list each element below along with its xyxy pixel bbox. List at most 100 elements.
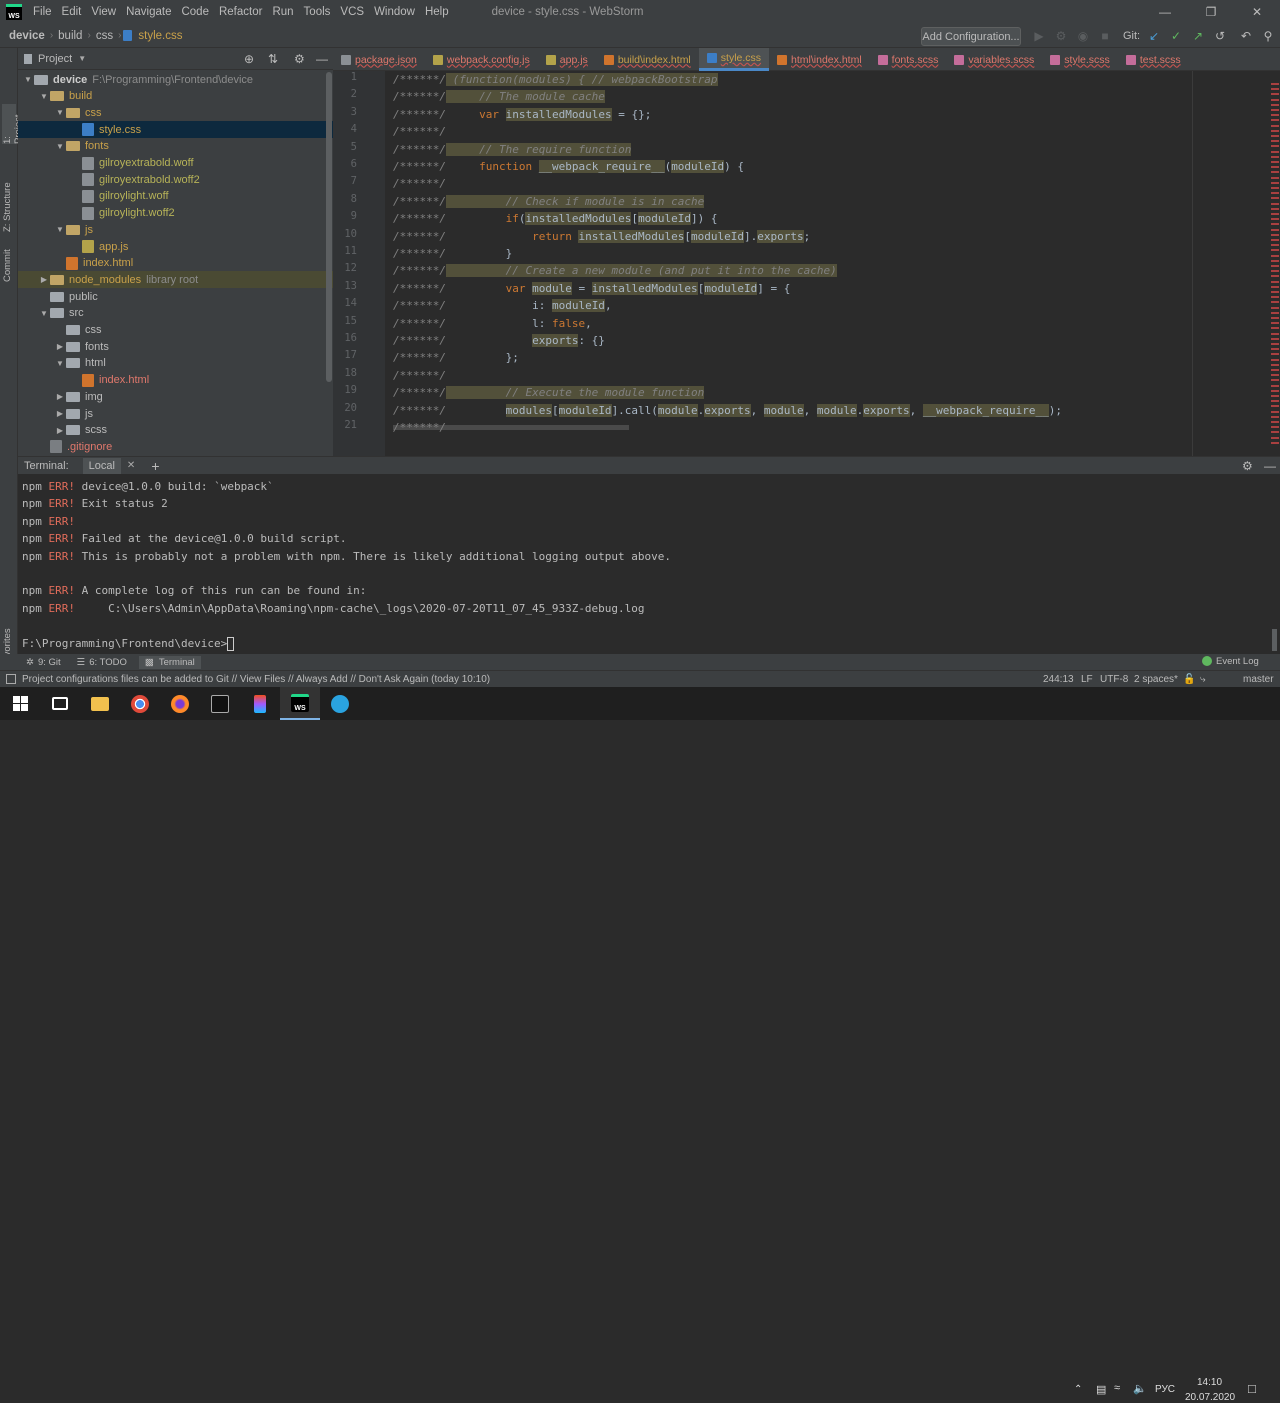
error-marker[interactable] [1271, 207, 1279, 210]
chevron-right-icon[interactable]: ▶ [54, 392, 66, 401]
editor-tab[interactable]: build\index.html [596, 48, 699, 71]
debug-icon[interactable]: ⚙ [1053, 28, 1069, 44]
error-marker[interactable] [1271, 374, 1279, 377]
hide-panel-icon[interactable]: — [1264, 459, 1276, 473]
error-marker[interactable] [1271, 88, 1279, 91]
error-marker[interactable] [1271, 265, 1279, 267]
tab-todo[interactable]: 6: TODO [89, 657, 127, 668]
error-marker[interactable] [1271, 379, 1279, 382]
tree-item[interactable]: gilroyextrabold.woff2 [18, 171, 333, 188]
error-marker[interactable] [1271, 171, 1279, 174]
terminal-scrollbar[interactable] [1272, 629, 1277, 651]
error-marker[interactable] [1271, 181, 1279, 184]
chevron-down-icon[interactable]: ▼ [54, 359, 66, 368]
error-marker[interactable] [1271, 291, 1279, 293]
console-icon[interactable] [200, 687, 240, 720]
tree-item[interactable]: ▼ html [18, 355, 333, 372]
notifications-icon[interactable]: □ [1248, 1381, 1256, 1396]
tab-terminal-local[interactable]: Local [82, 457, 121, 474]
error-marker[interactable] [1271, 228, 1279, 231]
tree-item[interactable]: style.css [18, 121, 333, 139]
gear-icon[interactable]: ⚙ [294, 52, 305, 66]
tab-terminal[interactable]: ▩ Terminal [138, 655, 201, 669]
tree-scrollbar[interactable] [326, 72, 332, 382]
wifi-icon[interactable]: ≈ [1114, 1382, 1120, 1394]
editor-tab[interactable]: style.scss [1042, 48, 1118, 71]
menu-item-tools[interactable]: Tools [299, 0, 336, 24]
tree-item[interactable]: ▼ css [18, 104, 333, 121]
chrome-icon[interactable] [120, 687, 160, 720]
error-marker[interactable] [1271, 358, 1279, 361]
indent-setting[interactable]: 2 spaces* [1134, 674, 1178, 685]
tree-item[interactable]: ▼ build [18, 88, 333, 105]
file-explorer-icon[interactable] [80, 687, 120, 720]
coverage-icon[interactable]: ◉ [1075, 28, 1091, 44]
tree-item[interactable]: ▼ fonts [18, 138, 333, 155]
tree-item[interactable]: public [18, 288, 333, 305]
editor-tab[interactable]: app.js [538, 48, 596, 71]
tree-item[interactable]: index.html [18, 372, 333, 389]
error-marker[interactable] [1271, 421, 1279, 423]
lock-icon[interactable]: 🔓 [1183, 674, 1195, 685]
chevron-right-icon[interactable]: ▶ [54, 426, 66, 435]
chevron-right-icon[interactable]: ▶ [38, 275, 50, 284]
menu-item-refactor[interactable]: Refactor [214, 0, 267, 24]
breadcrumb-style-css[interactable]: style.css [135, 30, 185, 42]
gear-icon[interactable]: ⚙ [1242, 459, 1253, 473]
error-marker[interactable] [1271, 322, 1279, 325]
menu-item-view[interactable]: View [86, 0, 121, 24]
menu-item-window[interactable]: Window [369, 0, 420, 24]
project-panel-title[interactable]: Project [38, 53, 72, 65]
error-marker[interactable] [1271, 306, 1279, 309]
clock-date[interactable]: 20.07.2020 [1185, 1392, 1235, 1403]
collapse-all-icon[interactable]: ⇅ [268, 52, 278, 66]
error-marker[interactable] [1271, 202, 1279, 205]
error-marker[interactable] [1271, 296, 1279, 299]
add-configuration-button[interactable]: Add Configuration... [921, 27, 1021, 46]
error-marker[interactable] [1271, 327, 1279, 330]
menu-item-navigate[interactable]: Navigate [121, 0, 176, 24]
git-branch[interactable]: master [1243, 674, 1274, 685]
error-marker[interactable] [1271, 415, 1279, 418]
tree-item[interactable]: gilroyextrabold.woff [18, 155, 333, 172]
tree-item[interactable]: ▶ fonts [18, 338, 333, 355]
error-marker[interactable] [1271, 332, 1279, 335]
line-separator[interactable]: LF [1081, 674, 1093, 685]
error-marker[interactable] [1271, 353, 1279, 356]
error-marker[interactable] [1271, 161, 1279, 163]
tree-item[interactable]: ▼ device F:\Programming\Frontend\device [18, 71, 333, 88]
maximize-icon[interactable]: ❐ [1188, 0, 1234, 24]
error-marker[interactable] [1271, 233, 1279, 236]
error-marker[interactable] [1271, 93, 1279, 96]
file-encoding[interactable]: UTF-8 [1100, 674, 1128, 685]
error-marker[interactable] [1271, 98, 1279, 101]
error-marker[interactable] [1271, 109, 1279, 111]
error-marker[interactable] [1271, 395, 1279, 397]
volume-icon[interactable]: 🔈 [1133, 1382, 1147, 1395]
tab-project[interactable]: 1: Project [2, 104, 24, 144]
history-icon[interactable]: ↺ [1212, 28, 1228, 44]
error-marker[interactable] [1271, 176, 1279, 179]
chevron-down-icon[interactable]: ▼ [22, 75, 34, 84]
error-marker[interactable] [1271, 129, 1279, 132]
chevron-down-icon[interactable]: ▼ [54, 225, 66, 234]
editor-tab[interactable]: html\index.html [769, 48, 870, 71]
code-editor[interactable]: /******/ (function(modules) { // webpack… [385, 71, 1270, 456]
chevron-right-icon[interactable]: ▶ [54, 409, 66, 418]
error-marker[interactable] [1271, 441, 1279, 444]
menu-item-run[interactable]: Run [267, 0, 298, 24]
editor-tab[interactable]: package.json [333, 48, 425, 71]
editor-tab[interactable]: webpack.config.js [425, 48, 538, 71]
add-terminal-icon[interactable]: + [151, 458, 159, 474]
error-marker[interactable] [1271, 343, 1279, 345]
figma-icon[interactable] [240, 687, 280, 720]
input-language[interactable]: РУС [1155, 1384, 1175, 1395]
menu-item-file[interactable]: File [28, 0, 57, 24]
error-marker[interactable] [1271, 124, 1279, 127]
status-message[interactable]: Project configurations files can be adde… [22, 674, 490, 685]
error-marker[interactable] [1271, 150, 1279, 153]
git-push-icon[interactable]: ↗ [1190, 28, 1206, 44]
error-marker[interactable] [1271, 155, 1279, 158]
error-marker[interactable] [1271, 244, 1279, 247]
error-marker[interactable] [1271, 197, 1279, 200]
